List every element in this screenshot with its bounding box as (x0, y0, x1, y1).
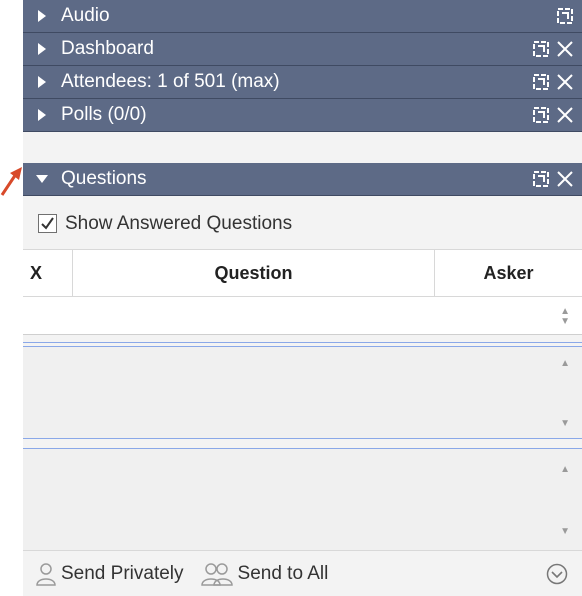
show-answered-row: Show Answered Questions (23, 200, 582, 247)
annotation-arrow-icon (0, 167, 22, 196)
close-icon[interactable] (556, 106, 574, 124)
expand-arrow-icon (23, 10, 61, 22)
send-to-all-button[interactable]: Send to All (200, 562, 329, 586)
pane-title: Dashboard (61, 38, 154, 59)
show-answered-checkbox[interactable] (38, 214, 57, 233)
popout-icon[interactable] (532, 106, 550, 124)
show-answered-label: Show Answered Questions (65, 212, 293, 234)
popout-icon[interactable] (532, 170, 550, 188)
person-icon (36, 562, 56, 586)
side-panel: Audio Dashboard Attendees: 1 of 501 (max… (23, 0, 582, 596)
collapse-arrow-icon (23, 174, 61, 184)
questions-list[interactable]: ▲ ▼ (23, 297, 582, 335)
close-icon[interactable] (556, 73, 574, 91)
pane-header-polls[interactable]: Polls (0/0) (23, 99, 582, 132)
divider (23, 438, 582, 439)
checkmark-icon (41, 217, 54, 230)
pane-header-attendees[interactable]: Attendees: 1 of 501 (max) (23, 66, 582, 99)
pane-header-questions[interactable]: Questions (23, 163, 582, 196)
popout-icon[interactable] (532, 40, 550, 58)
pane-header-dashboard[interactable]: Dashboard (23, 33, 582, 66)
pane-title: Attendees: 1 of 501 (max) (61, 71, 280, 92)
send-to-all-label: Send to All (237, 562, 329, 584)
group-icon (200, 562, 233, 586)
chevron-down-circle-icon (546, 563, 568, 584)
questions-table-header: X Question Asker (23, 249, 582, 297)
expand-arrow-icon (23, 109, 61, 121)
scroll-down-icon[interactable]: ▼ (560, 317, 570, 327)
column-header-asker[interactable]: Asker (435, 250, 582, 296)
close-icon[interactable] (556, 170, 574, 188)
column-header-x[interactable]: X (23, 250, 73, 296)
pane-header-audio[interactable]: Audio (23, 0, 582, 33)
close-icon[interactable] (556, 40, 574, 58)
questions-footer: Send Privately Send to All (23, 550, 582, 596)
options-menu-button[interactable] (546, 563, 568, 585)
scroll-down-icon[interactable]: ▼ (560, 527, 570, 537)
scroll-up-icon[interactable]: ▲ (560, 465, 570, 475)
pane-title: Audio (61, 5, 110, 26)
answer-text-area[interactable]: ▲ ▼ (23, 448, 582, 550)
pane-title: Questions (61, 168, 147, 189)
column-header-question[interactable]: Question (73, 250, 435, 296)
expand-arrow-icon (23, 43, 61, 55)
question-text-area[interactable]: ▲ ▼ (23, 346, 582, 438)
pane-title: Polls (0/0) (61, 104, 147, 125)
send-privately-button[interactable]: Send Privately (35, 562, 184, 586)
popout-icon[interactable] (532, 73, 550, 91)
divider (23, 342, 582, 343)
expand-arrow-icon (23, 76, 61, 88)
send-privately-label: Send Privately (61, 562, 184, 584)
popout-icon[interactable] (556, 7, 574, 25)
scroll-up-icon[interactable]: ▲ (560, 359, 570, 369)
scroll-down-icon[interactable]: ▼ (560, 419, 570, 429)
